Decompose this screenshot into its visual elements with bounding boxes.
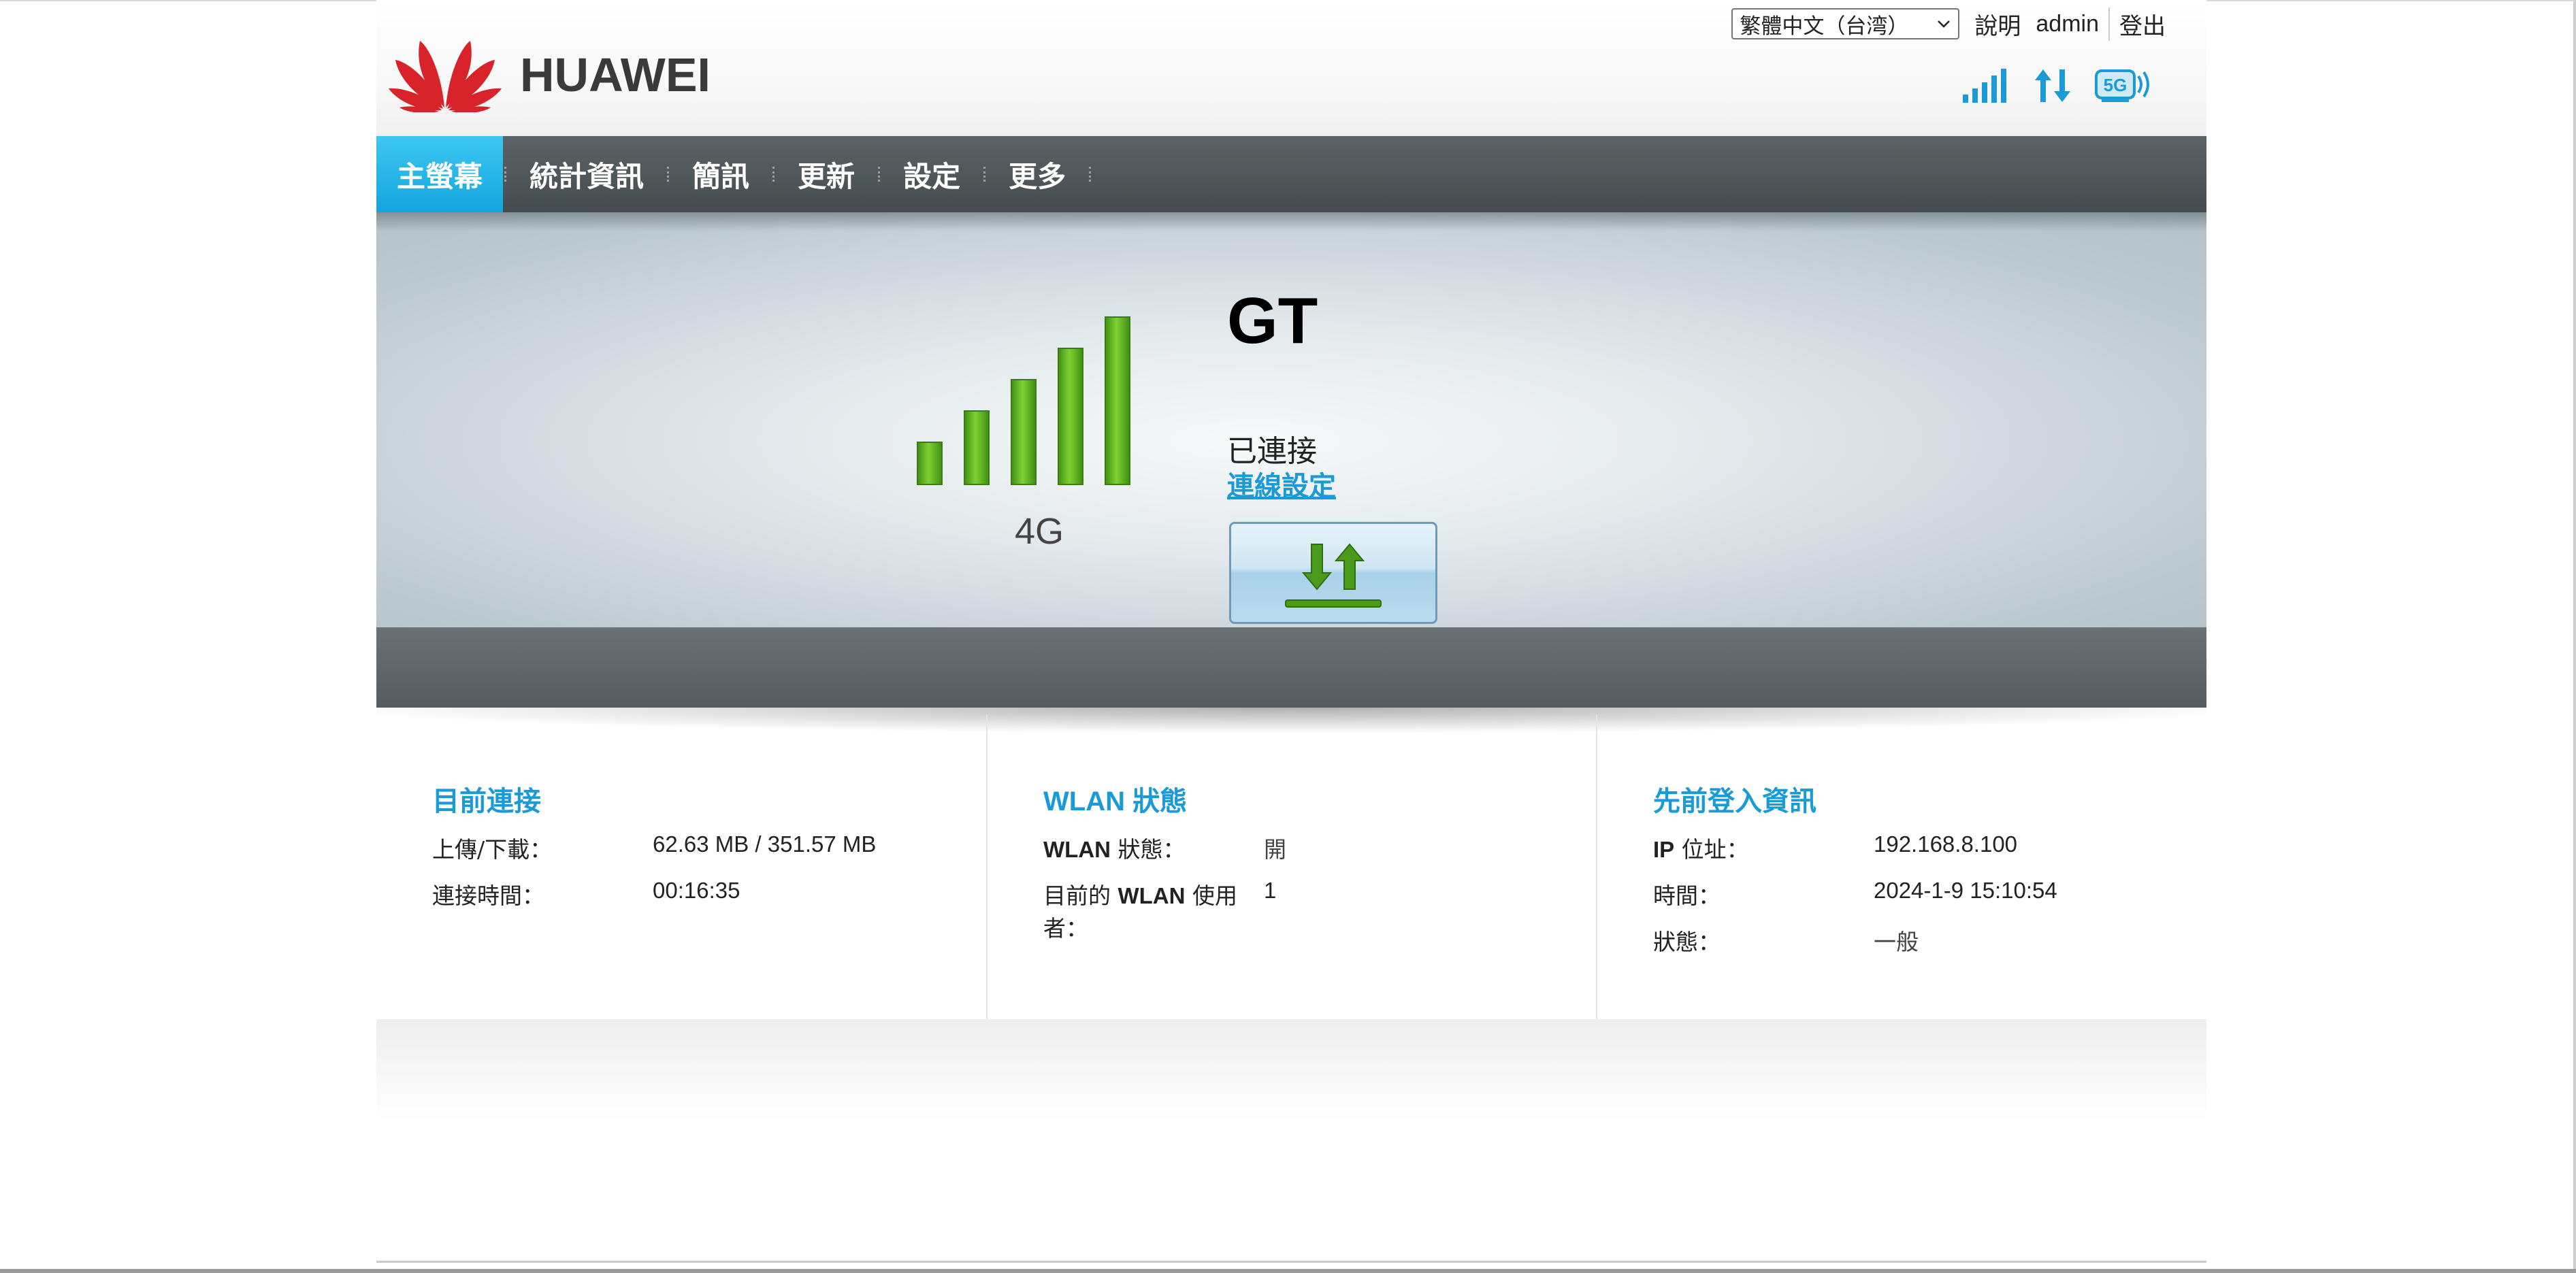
huawei-logo[interactable]: HUAWEI [387, 27, 741, 113]
info-panels: 目前連接 上傳/下載： 62.63 MB / 351.57 MB 連接時間： 0… [376, 714, 2206, 1021]
info-label: IP 位址： [1653, 836, 1749, 863]
info-row: 狀態： 一般 [1653, 924, 1919, 957]
language-select-value: 繁體中文（台湾） [1740, 14, 1909, 39]
info-value: 開 [1264, 836, 1286, 863]
nav-item-update[interactable]: 更新 [776, 136, 877, 212]
connect-toggle-button[interactable] [1229, 522, 1437, 624]
nav-separator [504, 167, 507, 182]
info-row: 目前的 WLAN 使用者： 1 [1043, 878, 1276, 943]
wlan-status-panel: WLAN 狀態 WLAN 狀態： 開 目前的 WLAN 使用者： 1 [986, 714, 1596, 1021]
nav-item-statistics[interactable]: 統計資訊 [508, 136, 666, 212]
signal-bar [1011, 379, 1037, 485]
user-name: admin [2036, 10, 2099, 37]
logout-link[interactable]: 登出 [2108, 7, 2166, 41]
signal-bar [964, 410, 990, 485]
router-admin-page: HUAWEI 繁體中文（台湾） 說明 admin 登出 5G 主螢幕 統計資訊 … [376, 0, 2206, 1273]
signal-bars-icon [917, 316, 1130, 485]
signal-strength-icon [1963, 69, 2006, 103]
last-login-panel: 先前登入資訊 IP 位址： 192.168.8.100 時間： 2024-1-9… [1596, 714, 2206, 1021]
info-row: WLAN 狀態： 開 [1043, 831, 1286, 864]
signal-bar [1058, 348, 1083, 485]
connection-settings-link[interactable]: 連線設定 [1227, 464, 1336, 503]
main-nav: 主螢幕 統計資訊 簡訊 更新 設定 更多 [376, 136, 2206, 212]
info-label: WLAN 狀態： [1043, 836, 1186, 863]
info-row: 上傳/下載： 62.63 MB / 351.57 MB [432, 831, 876, 864]
info-value: 00:16:35 [653, 878, 740, 903]
data-connection-icon [1285, 543, 1382, 608]
info-label: 連接時間： [432, 882, 544, 909]
signal-bar [917, 442, 943, 485]
info-row: 時間： 2024-1-9 15:10:54 [1653, 878, 2057, 910]
connection-status-area: 4G GT 已連接 連線設定 [376, 212, 2206, 627]
header: HUAWEI 繁體中文（台湾） 說明 admin 登出 5G [376, 0, 2206, 136]
svg-text:5G: 5G [2104, 75, 2127, 95]
language-select[interactable]: 繁體中文（台湾） [1731, 8, 1960, 39]
huawei-flower-icon [389, 41, 502, 113]
info-label: 狀態： [1653, 929, 1721, 955]
data-transfer-icon [2035, 69, 2070, 102]
info-value: 62.63 MB / 351.57 MB [653, 831, 877, 857]
info-label: 目前的 WLAN 使用者： [1043, 882, 1237, 942]
operator-name: GT [1227, 284, 1318, 357]
status-icons: 5G [1961, 67, 2152, 105]
nav-separator [1089, 167, 1092, 182]
panel-title: WLAN 狀態 [1043, 787, 1188, 816]
nav-separator [983, 167, 986, 182]
nav-item-more[interactable]: 更多 [987, 136, 1088, 212]
info-value: 1 [1264, 878, 1277, 903]
hero-footer-band [376, 627, 2206, 708]
info-value: 2024-1-9 15:10:54 [1874, 878, 2057, 903]
brand-name: HUAWEI [520, 48, 711, 101]
nav-separator [772, 167, 775, 182]
panel-title: 目前連接 [432, 787, 541, 816]
chevron-down-icon [1938, 20, 1951, 28]
network-type: 4G [1015, 511, 1064, 552]
nav-item-sms[interactable]: 簡訊 [670, 136, 771, 212]
nav-item-home[interactable]: 主螢幕 [376, 136, 504, 212]
nav-item-settings[interactable]: 設定 [881, 136, 982, 212]
footer-area [376, 1019, 2206, 1121]
info-label: 時間： [1653, 882, 1721, 909]
nav-separator [878, 167, 881, 182]
panel-title: 先前登入資訊 [1653, 787, 1816, 816]
footer-divider [376, 1261, 2206, 1263]
window-right-border [2573, 0, 2576, 1273]
5g-wifi-icon: 5G [2095, 69, 2149, 102]
info-value: 一般 [1874, 929, 1919, 955]
info-row: 連接時間： 00:16:35 [432, 878, 740, 910]
nav-separator [667, 167, 670, 182]
info-row: IP 位址： 192.168.8.100 [1653, 831, 2017, 864]
info-value: 192.168.8.100 [1874, 831, 2018, 857]
current-connection-panel: 目前連接 上傳/下載： 62.63 MB / 351.57 MB 連接時間： 0… [376, 714, 986, 1021]
help-link[interactable]: 說明 [1974, 7, 2021, 41]
info-label: 上傳/下載： [432, 836, 553, 863]
signal-bar [1105, 316, 1130, 485]
top-links: 繁體中文（台湾） 說明 admin 登出 [1731, 7, 2166, 41]
